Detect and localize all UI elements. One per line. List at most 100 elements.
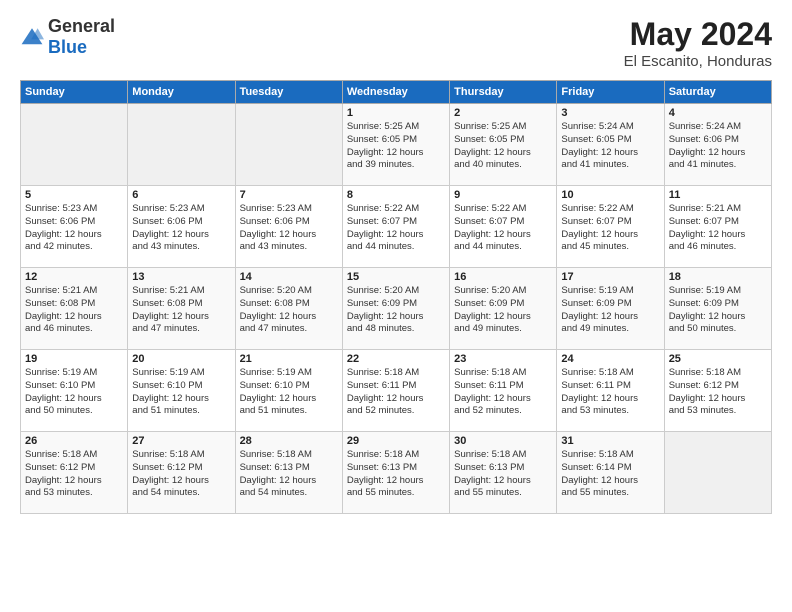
day-info: Sunrise: 5:19 AM Sunset: 6:10 PM Dayligh… bbox=[132, 367, 230, 418]
day-number: 28 bbox=[240, 435, 338, 447]
month-year: May 2024 bbox=[624, 16, 772, 53]
day-number: 14 bbox=[240, 271, 338, 283]
day-info: Sunrise: 5:23 AM Sunset: 6:06 PM Dayligh… bbox=[25, 203, 123, 254]
day-number: 10 bbox=[561, 189, 659, 201]
calendar-week-2: 5 Sunrise: 5:23 AM Sunset: 6:06 PM Daylig… bbox=[21, 186, 772, 268]
day-number: 3 bbox=[561, 107, 659, 119]
day-number: 11 bbox=[669, 189, 767, 201]
day-number: 9 bbox=[454, 189, 552, 201]
col-wednesday: Wednesday bbox=[342, 81, 449, 104]
calendar-cell: 13Sunrise: 5:21 AM Sunset: 6:08 PM Dayli… bbox=[128, 268, 235, 350]
day-number: 30 bbox=[454, 435, 552, 447]
title-block: May 2024 El Escanito, Honduras bbox=[624, 16, 772, 70]
col-friday: Friday bbox=[557, 81, 664, 104]
day-info: Sunrise: 5:25 AM Sunset: 6:05 PM Dayligh… bbox=[454, 121, 552, 172]
calendar-cell: 9 Sunrise: 5:22 AM Sunset: 6:07 PM Daylig… bbox=[450, 186, 557, 268]
day-number: 16 bbox=[454, 271, 552, 283]
calendar-cell: 18Sunrise: 5:19 AM Sunset: 6:09 PM Dayli… bbox=[664, 268, 771, 350]
day-info: Sunrise: 5:18 AM Sunset: 6:12 PM Dayligh… bbox=[669, 367, 767, 418]
day-info: Sunrise: 5:19 AM Sunset: 6:10 PM Dayligh… bbox=[240, 367, 338, 418]
day-number: 21 bbox=[240, 353, 338, 365]
page: General Blue May 2024 El Escanito, Hondu… bbox=[0, 0, 792, 612]
calendar-cell bbox=[21, 104, 128, 186]
logo-blue: Blue bbox=[48, 37, 87, 57]
calendar-week-4: 19 Sunrise: 5:19 AM Sunset: 6:10 PM Dayli… bbox=[21, 350, 772, 432]
calendar-week-3: 12Sunrise: 5:21 AM Sunset: 6:08 PM Dayli… bbox=[21, 268, 772, 350]
day-number: 26 bbox=[25, 435, 123, 447]
day-number: 6 bbox=[132, 189, 230, 201]
day-info: Sunrise: 5:21 AM Sunset: 6:07 PM Dayligh… bbox=[669, 203, 767, 254]
logo-general: General bbox=[48, 16, 115, 36]
calendar-cell: 4Sunrise: 5:24 AM Sunset: 6:06 PM Daylig… bbox=[664, 104, 771, 186]
day-number: 22 bbox=[347, 353, 445, 365]
col-tuesday: Tuesday bbox=[235, 81, 342, 104]
logo-icon bbox=[20, 25, 44, 49]
day-number: 18 bbox=[669, 271, 767, 283]
location: El Escanito, Honduras bbox=[624, 53, 772, 70]
day-info: Sunrise: 5:20 AM Sunset: 6:09 PM Dayligh… bbox=[454, 285, 552, 336]
calendar-cell: 24 Sunrise: 5:18 AM Sunset: 6:11 PM Dayli… bbox=[557, 350, 664, 432]
day-info: Sunrise: 5:24 AM Sunset: 6:05 PM Dayligh… bbox=[561, 121, 659, 172]
calendar-cell: 6 Sunrise: 5:23 AM Sunset: 6:06 PM Daylig… bbox=[128, 186, 235, 268]
calendar-cell: 22Sunrise: 5:18 AM Sunset: 6:11 PM Dayli… bbox=[342, 350, 449, 432]
calendar-cell bbox=[235, 104, 342, 186]
day-number: 7 bbox=[240, 189, 338, 201]
day-number: 31 bbox=[561, 435, 659, 447]
day-info: Sunrise: 5:24 AM Sunset: 6:06 PM Dayligh… bbox=[669, 121, 767, 172]
calendar-table: Sunday Monday Tuesday Wednesday Thursday… bbox=[20, 80, 772, 514]
day-info: Sunrise: 5:18 AM Sunset: 6:14 PM Dayligh… bbox=[561, 449, 659, 500]
calendar-cell: 26Sunrise: 5:18 AM Sunset: 6:12 PM Dayli… bbox=[21, 432, 128, 514]
col-monday: Monday bbox=[128, 81, 235, 104]
calendar-cell: 23 Sunrise: 5:18 AM Sunset: 6:11 PM Dayli… bbox=[450, 350, 557, 432]
day-info: Sunrise: 5:19 AM Sunset: 6:09 PM Dayligh… bbox=[561, 285, 659, 336]
day-info: Sunrise: 5:18 AM Sunset: 6:11 PM Dayligh… bbox=[561, 367, 659, 418]
day-number: 27 bbox=[132, 435, 230, 447]
calendar-header-row: Sunday Monday Tuesday Wednesday Thursday… bbox=[21, 81, 772, 104]
logo-text: General Blue bbox=[48, 16, 115, 58]
calendar-cell: 29Sunrise: 5:18 AM Sunset: 6:13 PM Dayli… bbox=[342, 432, 449, 514]
day-info: Sunrise: 5:20 AM Sunset: 6:09 PM Dayligh… bbox=[347, 285, 445, 336]
calendar-cell bbox=[664, 432, 771, 514]
day-number: 23 bbox=[454, 353, 552, 365]
calendar-cell: 28 Sunrise: 5:18 AM Sunset: 6:13 PM Dayli… bbox=[235, 432, 342, 514]
day-info: Sunrise: 5:18 AM Sunset: 6:12 PM Dayligh… bbox=[132, 449, 230, 500]
col-saturday: Saturday bbox=[664, 81, 771, 104]
logo: General Blue bbox=[20, 16, 115, 58]
col-thursday: Thursday bbox=[450, 81, 557, 104]
calendar-week-5: 26 Sunrise: 5:18 AM Sunset: 6:12 PM Dayli… bbox=[21, 432, 772, 514]
header: General Blue May 2024 El Escanito, Hondu… bbox=[20, 16, 772, 70]
calendar-cell: 16 Sunrise: 5:20 AM Sunset: 6:09 PM Dayli… bbox=[450, 268, 557, 350]
calendar-cell: 20 Sunrise: 5:19 AM Sunset: 6:10 PM Dayli… bbox=[128, 350, 235, 432]
calendar-cell: 19Sunrise: 5:19 AM Sunset: 6:10 PM Dayli… bbox=[21, 350, 128, 432]
day-info: Sunrise: 5:20 AM Sunset: 6:08 PM Dayligh… bbox=[240, 285, 338, 336]
day-number: 24 bbox=[561, 353, 659, 365]
day-info: Sunrise: 5:22 AM Sunset: 6:07 PM Dayligh… bbox=[454, 203, 552, 254]
day-number: 1 bbox=[347, 107, 445, 119]
calendar-cell: 15Sunrise: 5:20 AM Sunset: 6:09 PM Dayli… bbox=[342, 268, 449, 350]
day-info: Sunrise: 5:23 AM Sunset: 6:06 PM Dayligh… bbox=[132, 203, 230, 254]
day-number: 13 bbox=[132, 271, 230, 283]
day-info: Sunrise: 5:23 AM Sunset: 6:06 PM Dayligh… bbox=[240, 203, 338, 254]
calendar-cell: 14 Sunrise: 5:20 AM Sunset: 6:08 PM Dayli… bbox=[235, 268, 342, 350]
day-number: 29 bbox=[347, 435, 445, 447]
day-number: 20 bbox=[132, 353, 230, 365]
day-info: Sunrise: 5:18 AM Sunset: 6:13 PM Dayligh… bbox=[240, 449, 338, 500]
calendar-cell: 21 Sunrise: 5:19 AM Sunset: 6:10 PM Dayli… bbox=[235, 350, 342, 432]
day-info: Sunrise: 5:18 AM Sunset: 6:13 PM Dayligh… bbox=[454, 449, 552, 500]
day-number: 25 bbox=[669, 353, 767, 365]
calendar-cell: 30 Sunrise: 5:18 AM Sunset: 6:13 PM Dayli… bbox=[450, 432, 557, 514]
day-info: Sunrise: 5:21 AM Sunset: 6:08 PM Dayligh… bbox=[25, 285, 123, 336]
calendar-cell: 3 Sunrise: 5:24 AM Sunset: 6:05 PM Daylig… bbox=[557, 104, 664, 186]
day-info: Sunrise: 5:22 AM Sunset: 6:07 PM Dayligh… bbox=[347, 203, 445, 254]
day-number: 5 bbox=[25, 189, 123, 201]
calendar-cell: 8 Sunrise: 5:22 AM Sunset: 6:07 PM Daylig… bbox=[342, 186, 449, 268]
day-number: 2 bbox=[454, 107, 552, 119]
day-info: Sunrise: 5:22 AM Sunset: 6:07 PM Dayligh… bbox=[561, 203, 659, 254]
col-sunday: Sunday bbox=[21, 81, 128, 104]
day-info: Sunrise: 5:18 AM Sunset: 6:11 PM Dayligh… bbox=[454, 367, 552, 418]
day-number: 19 bbox=[25, 353, 123, 365]
calendar-week-1: 1 Sunrise: 5:25 AM Sunset: 6:05 PM Daylig… bbox=[21, 104, 772, 186]
calendar-cell: 11 Sunrise: 5:21 AM Sunset: 6:07 PM Dayli… bbox=[664, 186, 771, 268]
day-number: 8 bbox=[347, 189, 445, 201]
calendar-cell: 2 Sunrise: 5:25 AM Sunset: 6:05 PM Daylig… bbox=[450, 104, 557, 186]
